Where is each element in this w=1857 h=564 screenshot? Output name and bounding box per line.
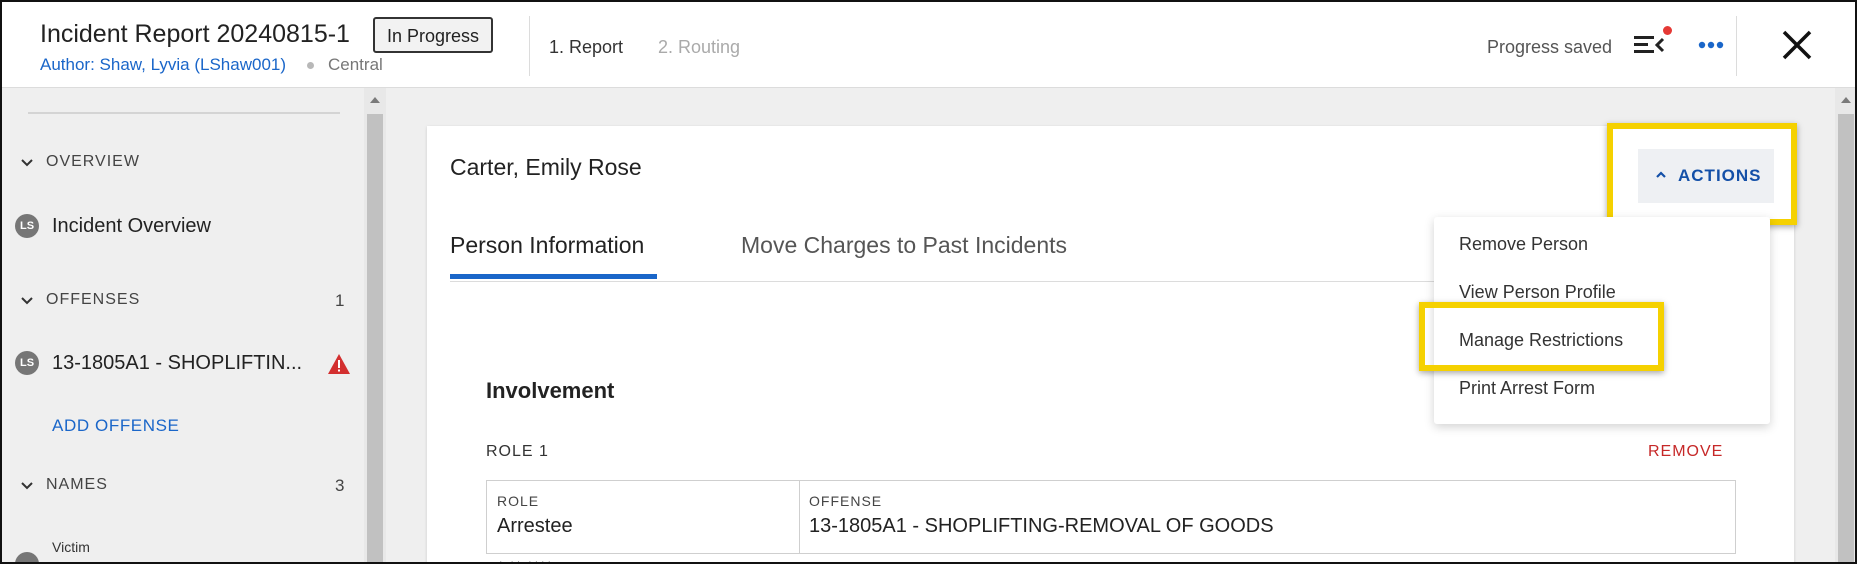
activity-list-icon[interactable] [1632,30,1668,60]
menu-item-view-person-profile[interactable]: View Person Profile [1459,282,1616,303]
role-header: ROLE [497,493,540,509]
active-tab-indicator [450,274,657,279]
sidebar-scrollbar[interactable] [364,88,386,562]
step-report[interactable]: 1. Report [549,37,623,58]
sidebar-section-names[interactable]: NAMES [46,476,108,494]
progress-saved-text: Progress saved [1487,37,1613,57]
status-badge: In Progress [373,17,494,53]
names-count: 3 [335,476,345,495]
cut-off-text: * ** **** [498,558,553,562]
involvement-title: Involvement [486,378,615,403]
avatar: LS [15,351,39,375]
main-scrollbar[interactable] [1835,88,1855,562]
district-label: Central [328,55,383,74]
table-column-divider [799,481,800,553]
notification-dot [1663,26,1672,35]
scrollbar-thumb[interactable] [367,114,383,562]
page-title: Incident Report 20240815-1 [40,20,350,48]
tab-person-information[interactable]: Person Information [450,232,644,259]
step-routing[interactable]: 2. Routing [658,37,740,58]
sidebar-divider [28,112,340,114]
scroll-up-arrow-icon[interactable] [1840,96,1852,104]
chevron-down-icon[interactable] [19,293,35,309]
person-name: Carter, Emily Rose [450,154,642,180]
menu-item-print-arrest-form[interactable]: Print Arrest Form [1459,378,1595,399]
app-window: Incident Report 20240815-1 In Progress A… [0,0,1857,564]
avatar: LS [15,214,39,238]
sidebar-section-overview[interactable]: OVERVIEW [46,153,140,171]
page-header: Incident Report 20240815-1 In Progress A… [2,2,1855,88]
offense-header: OFFENSE [809,493,883,509]
sidebar-item-incident-overview[interactable]: Incident Overview [52,215,211,238]
scrollbar-thumb[interactable] [1838,114,1854,562]
more-options-icon[interactable] [1694,28,1728,62]
menu-item-remove-person[interactable]: Remove Person [1459,234,1588,255]
scroll-up-arrow-icon[interactable] [369,96,381,104]
header-divider-right [1736,16,1737,76]
victim-label: Victim [52,539,90,555]
offense-value: 13-1805A1 - SHOPLIFTING-REMOVAL OF GOODS [809,515,1274,537]
highlight-box [1419,302,1664,371]
role-value: Arrestee [497,515,573,537]
role-label: ROLE 1 [486,443,549,460]
offenses-count: 1 [335,291,345,310]
involvement-table: ROLE Arrestee OFFENSE 13-1805A1 - SHOPLI… [486,480,1736,554]
sidebar-section-offenses[interactable]: OFFENSES [46,291,140,309]
close-icon[interactable] [1779,27,1815,63]
add-offense-link[interactable]: ADD OFFENSE [52,416,180,436]
separator-dot [307,62,314,69]
warning-icon [328,354,350,374]
chevron-down-icon[interactable] [19,478,35,494]
chevron-down-icon[interactable] [19,155,35,171]
highlight-box [1607,123,1797,225]
sidebar-item-offense[interactable]: 13-1805A1 - SHOPLIFTIN... [52,352,302,375]
tab-move-charges[interactable]: Move Charges to Past Incidents [741,232,1067,259]
author-link[interactable]: Author: Shaw, Lyvia (LShaw001) [40,55,286,75]
header-divider [529,16,530,76]
remove-button[interactable]: REMOVE [1648,443,1723,461]
